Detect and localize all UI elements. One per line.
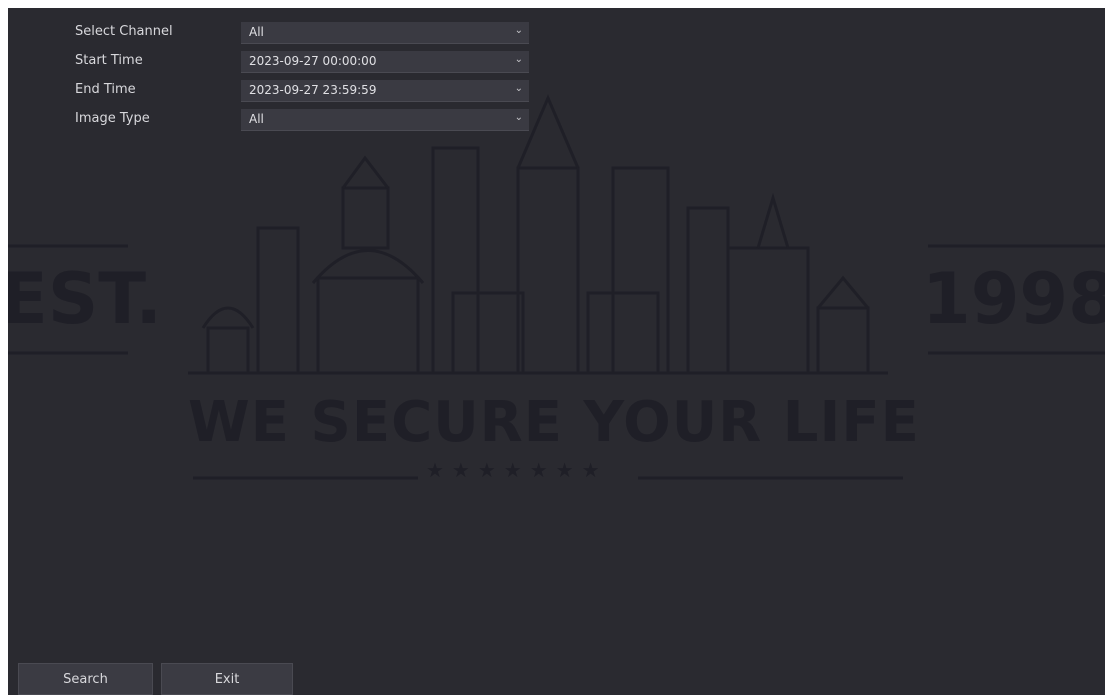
screen: WE SECURE YOUR LIFE EST. 1998 ★★★★★★★ Se…: [8, 8, 1105, 695]
select-channel-value: All: [249, 25, 264, 39]
exit-button[interactable]: Exit: [161, 663, 293, 695]
image-type-dropdown[interactable]: All ⌄: [241, 109, 529, 131]
select-channel-label: Select Channel: [75, 24, 173, 39]
watermark-est: EST.: [8, 258, 162, 340]
chevron-down-icon: ⌄: [514, 25, 523, 36]
watermark-slogan: WE SECURE YOUR LIFE: [188, 390, 920, 455]
start-time-row: Start Time 2023-09-27 00:00:00 ⌄: [8, 51, 538, 73]
chevron-down-icon: ⌄: [514, 54, 523, 65]
chevron-down-icon: ⌄: [514, 112, 523, 123]
end-time-field[interactable]: 2023-09-27 23:59:59 ⌄: [241, 80, 529, 102]
search-button[interactable]: Search: [18, 663, 153, 695]
image-type-row: Image Type All ⌄: [8, 109, 538, 131]
start-time-value: 2023-09-27 00:00:00: [249, 54, 377, 68]
select-channel-dropdown[interactable]: All ⌄: [241, 22, 529, 44]
end-time-value: 2023-09-27 23:59:59: [249, 83, 377, 97]
start-time-label: Start Time: [75, 53, 143, 68]
watermark-stars: ★★★★★★★: [426, 458, 608, 482]
end-time-row: End Time 2023-09-27 23:59:59 ⌄: [8, 80, 538, 102]
select-channel-row: Select Channel All ⌄: [8, 22, 538, 44]
start-time-field[interactable]: 2023-09-27 00:00:00 ⌄: [241, 51, 529, 73]
image-type-label: Image Type: [75, 111, 150, 126]
watermark-year: 1998: [922, 258, 1105, 340]
image-type-value: All: [249, 112, 264, 126]
chevron-down-icon: ⌄: [514, 83, 523, 94]
end-time-label: End Time: [75, 82, 136, 97]
